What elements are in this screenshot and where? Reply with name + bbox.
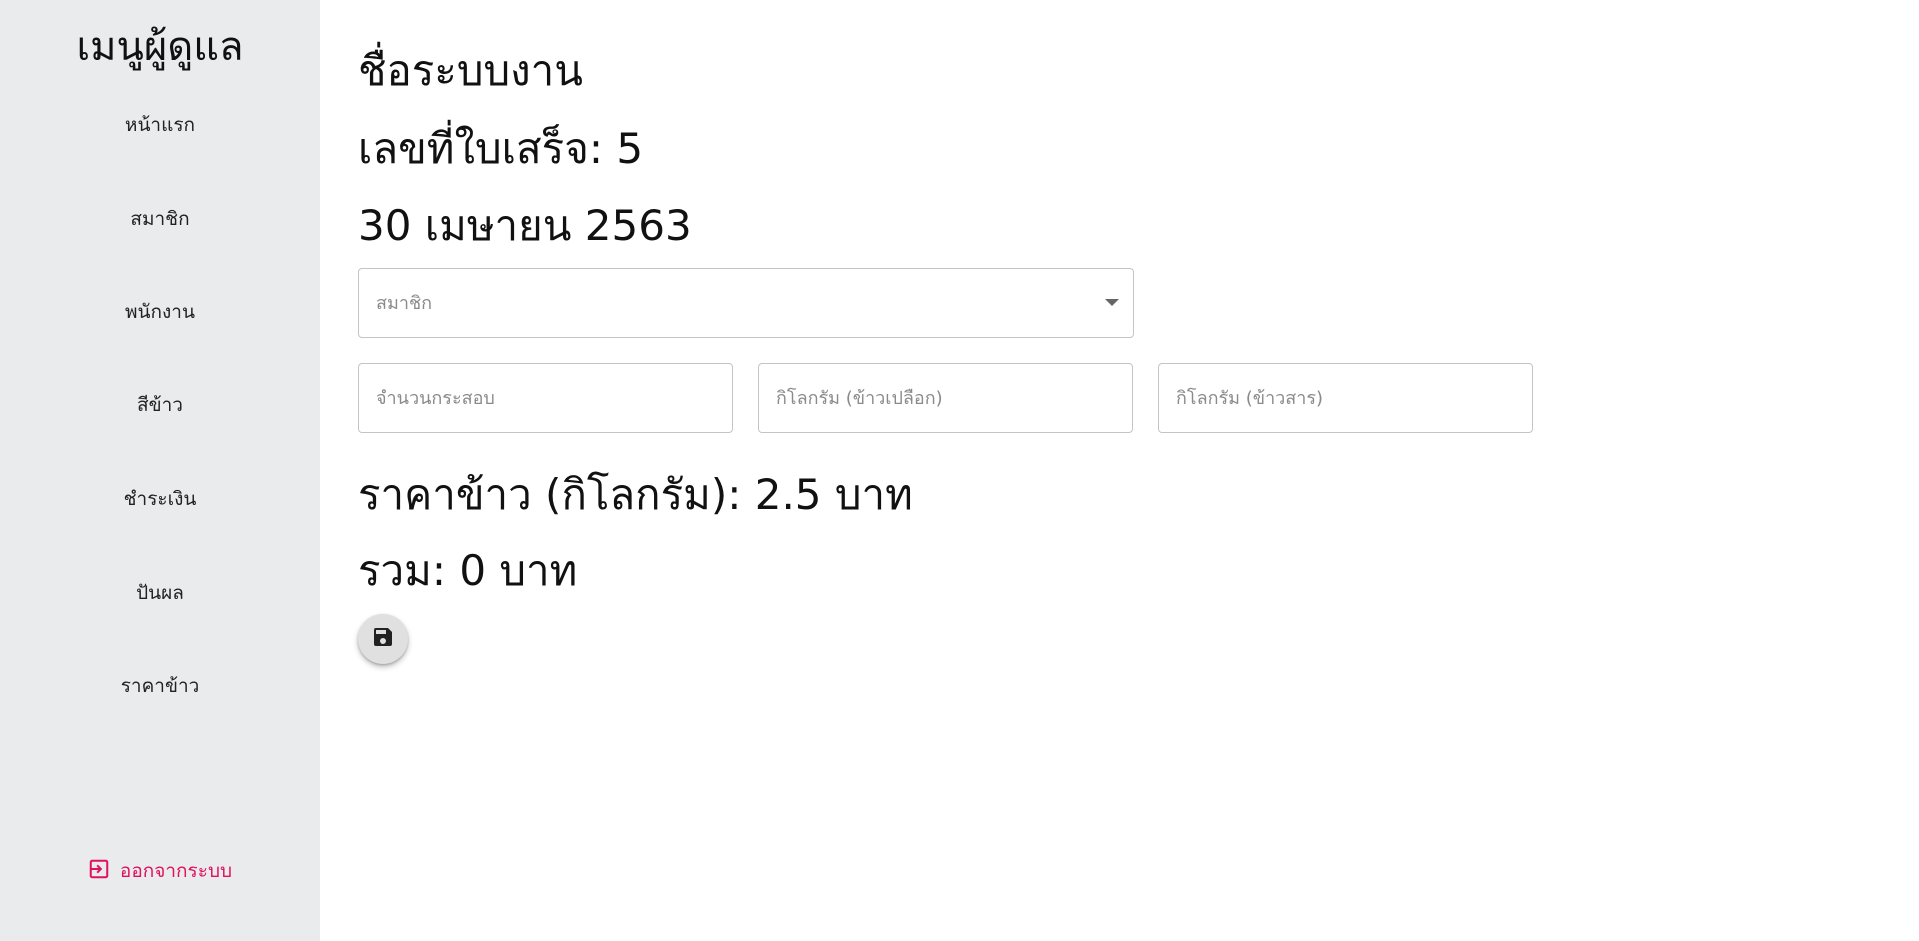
sack-count-input[interactable] xyxy=(359,364,732,432)
member-select-placeholder: สมาชิก xyxy=(376,293,433,314)
logout-button[interactable]: ออกจากระบบ xyxy=(0,846,320,896)
sidebar-item-employees[interactable]: พนักงาน xyxy=(0,287,320,337)
sidebar: เมนูผู้ดูแล หน้าแรก สมาชิก พนักงาน สีข้า… xyxy=(0,0,320,941)
sidebar-title: เมนูผู้ดูแล xyxy=(76,24,244,70)
sack-count-field[interactable] xyxy=(358,363,733,433)
chevron-down-icon xyxy=(1105,299,1119,306)
save-button[interactable] xyxy=(358,614,408,664)
member-select[interactable]: สมาชิก xyxy=(358,268,1134,338)
rice-price-text: ราคาข้าว (กิโลกรัม): 2.5 บาท xyxy=(358,470,913,519)
milled-kg-field[interactable] xyxy=(1158,363,1533,433)
save-icon xyxy=(371,625,395,653)
main-content: ชื่อระบบงาน เลขที่ใบเสร็จ: 5 30 เมษายน 2… xyxy=(358,0,1919,941)
sidebar-item-dividend[interactable]: ปันผล xyxy=(0,568,320,618)
receipt-date: 30 เมษายน 2563 xyxy=(358,201,692,250)
system-name-heading: ชื่อระบบงาน xyxy=(358,46,583,95)
sidebar-item-milling[interactable]: สีข้าว xyxy=(0,380,320,430)
milled-kg-input[interactable] xyxy=(1159,364,1532,432)
sidebar-item-payment[interactable]: ชำระเงิน xyxy=(0,474,320,524)
sidebar-item-members[interactable]: สมาชิก xyxy=(0,194,320,244)
logout-label: ออกจากระบบ xyxy=(119,860,233,882)
receipt-number: เลขที่ใบเสร็จ: 5 xyxy=(358,124,644,173)
logout-icon xyxy=(88,858,110,885)
sidebar-item-rice-price[interactable]: ราคาข้าว xyxy=(0,661,320,711)
sidebar-item-home[interactable]: หน้าแรก xyxy=(0,100,320,150)
paddy-kg-field[interactable] xyxy=(758,363,1133,433)
total-text: รวม: 0 บาท xyxy=(358,546,578,595)
paddy-kg-input[interactable] xyxy=(759,364,1132,432)
app: เมนูผู้ดูแล หน้าแรก สมาชิก พนักงาน สีข้า… xyxy=(0,0,1919,941)
